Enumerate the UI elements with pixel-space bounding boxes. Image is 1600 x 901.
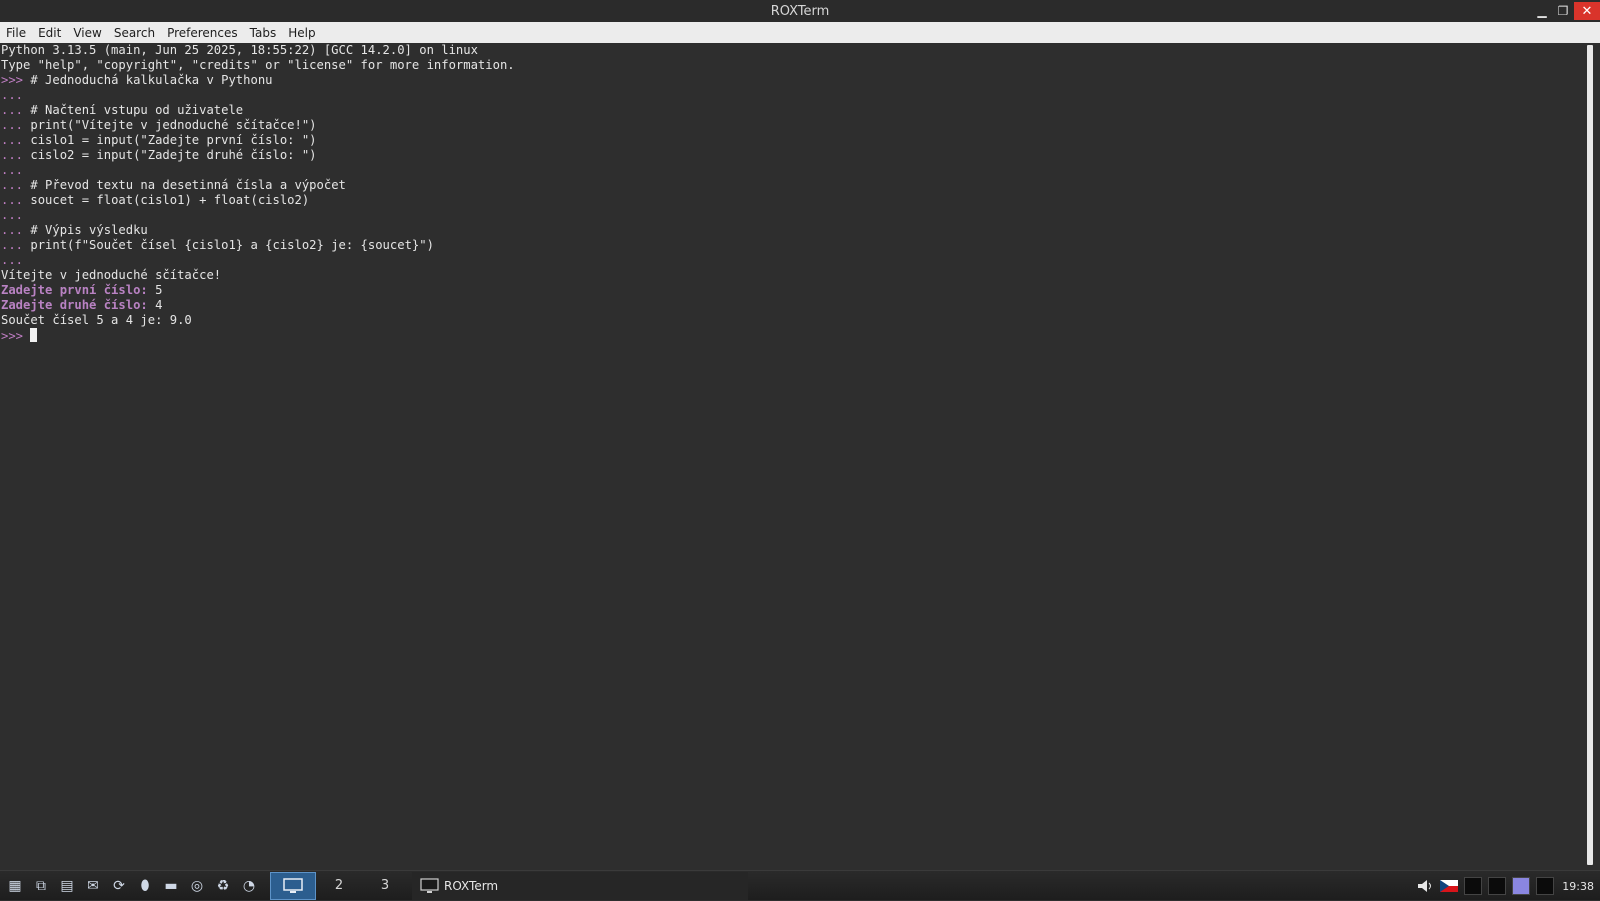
menu-preferences[interactable]: Preferences xyxy=(161,26,244,40)
terminal-line: Zadejte druhé číslo: 4 xyxy=(1,298,1584,313)
terminal-text: Zadejte první číslo: xyxy=(1,283,148,297)
prompt-marker: ... xyxy=(1,193,31,207)
terminal-text: # Výpis výsledku xyxy=(30,223,148,237)
terminal-line: ... # Načtení vstupu od uživatele xyxy=(1,103,1584,118)
terminal-text: 4 xyxy=(147,298,163,312)
terminal-line: >>> # Jednoduchá kalkulačka v Pythonu xyxy=(1,73,1584,88)
terminal-line: Python 3.13.5 (main, Jun 25 2025, 18:55:… xyxy=(1,43,1584,58)
prompt-marker: ... xyxy=(1,208,24,222)
terminal-text: Zadejte druhé číslo: xyxy=(1,298,148,312)
menu-bar: File Edit View Search Preferences Tabs H… xyxy=(0,22,1600,43)
terminal-line: ... xyxy=(1,88,1584,103)
menu-search[interactable]: Search xyxy=(108,26,161,40)
prompt-marker: ... xyxy=(1,88,24,102)
terminal-area[interactable]: Python 3.13.5 (main, Jun 25 2025, 18:55:… xyxy=(0,43,1584,870)
terminal-text: Python 3.13.5 (main, Jun 25 2025, 18:55:… xyxy=(1,43,478,57)
mail-icon[interactable]: ✉ xyxy=(82,875,104,897)
terminal-line: Součet čísel 5 a 4 je: 9.0 xyxy=(1,313,1584,328)
system-tray: 19:38 xyxy=(1410,871,1600,901)
workspace-2[interactable]: 2 xyxy=(316,872,362,900)
tray-app-icon[interactable] xyxy=(1464,877,1483,895)
clock[interactable]: 19:38 xyxy=(1562,880,1594,893)
terminal-text: soucet = float(cislo1) + float(cislo2) xyxy=(30,193,310,207)
terminal-line: ... cislo1 = input("Zadejte první číslo:… xyxy=(1,133,1584,148)
terminal-text: Vítejte v jednoduché sčítačce! xyxy=(1,268,222,282)
terminal-line: ... cislo2 = input("Zadejte druhé číslo:… xyxy=(1,148,1584,163)
terminal-text: print(f"Součet čísel {cislo1} a {cislo2}… xyxy=(30,238,434,252)
prompt-marker: >>> xyxy=(1,73,31,87)
tray-app-icon[interactable] xyxy=(1488,877,1507,895)
terminal-line: ... print("Vítejte v jednoduché sčítačce… xyxy=(1,118,1584,133)
terminal-text: Type "help", "copyright", "credits" or "… xyxy=(1,58,515,72)
terminal-line: ... soucet = float(cislo1) + float(cislo… xyxy=(1,193,1584,208)
terminal-text: 5 xyxy=(147,283,163,297)
windows-icon[interactable]: ⧉ xyxy=(30,875,52,897)
volume-icon[interactable] xyxy=(1416,878,1434,894)
terminal-text: # Převod textu na desetinná čísla a výpo… xyxy=(30,178,346,192)
terminal-icon xyxy=(420,877,439,893)
folder-icon[interactable]: ▬ xyxy=(160,875,182,897)
taskbar: ▦ ⧉ ▤ ✉ ⟳ ⬮ ▬ ◎ ♻ ◔ 2 3 ROXTerm 19:38 xyxy=(0,870,1600,900)
desktop-icon xyxy=(283,877,303,893)
menu-edit[interactable]: Edit xyxy=(32,26,67,40)
title-bar: ROXTerm ▁ ❐ ✕ xyxy=(0,0,1600,22)
recycle-icon[interactable]: ♻ xyxy=(212,875,234,897)
clock-app-icon[interactable]: ◔ xyxy=(238,875,260,897)
terminal-output: Python 3.13.5 (main, Jun 25 2025, 18:55:… xyxy=(0,43,1584,343)
prompt-marker: >>> xyxy=(1,329,31,343)
prompt-marker: ... xyxy=(1,103,31,117)
terminal-text: # Jednoduchá kalkulačka v Pythonu xyxy=(30,73,273,87)
terminal-line: ... # Převod textu na desetinná čísla a … xyxy=(1,178,1584,193)
keyboard-layout-flag-icon[interactable] xyxy=(1440,880,1459,892)
scrollbar-thumb[interactable] xyxy=(1587,45,1593,865)
terminal-line: >>> xyxy=(1,328,1584,343)
app-menu-icon[interactable]: ▦ xyxy=(4,875,26,897)
prompt-marker: ... xyxy=(1,118,31,132)
prompt-marker: ... xyxy=(1,223,31,237)
workspace-switch-icon[interactable]: ▤ xyxy=(56,875,78,897)
close-icon[interactable]: ✕ xyxy=(1574,2,1600,20)
menu-tabs[interactable]: Tabs xyxy=(244,26,283,40)
menu-help[interactable]: Help xyxy=(282,26,321,40)
prompt-marker: ... xyxy=(1,238,31,252)
browser-icon[interactable]: ◎ xyxy=(186,875,208,897)
terminal-text: Součet čísel 5 a 4 je: 9.0 xyxy=(1,313,192,327)
minimize-icon[interactable]: ▁ xyxy=(1532,2,1552,20)
prompt-marker: ... xyxy=(1,148,31,162)
terminal-text: cislo1 = input("Zadejte první číslo: ") xyxy=(30,133,317,147)
terminal-scrollbar[interactable] xyxy=(1584,43,1600,870)
task-button-roxterm[interactable]: ROXTerm xyxy=(412,871,748,900)
prompt-marker: ... xyxy=(1,163,24,177)
terminal-text: cislo2 = input("Zadejte druhé číslo: ") xyxy=(30,148,317,162)
mouse-icon[interactable]: ⬮ xyxy=(134,875,156,897)
window-title: ROXTerm xyxy=(770,3,830,19)
terminal-line: Vítejte v jednoduché sčítačce! xyxy=(1,268,1584,283)
menu-view[interactable]: View xyxy=(67,26,107,40)
terminal-line: Type "help", "copyright", "credits" or "… xyxy=(1,58,1584,73)
maximize-icon[interactable]: ❐ xyxy=(1553,2,1573,20)
window-controls: ▁ ❐ ✕ xyxy=(1531,0,1600,22)
workspace-1[interactable] xyxy=(270,871,316,900)
workspace-switcher: 2 3 xyxy=(270,871,408,900)
launcher-group: ▦ ⧉ ▤ ✉ ⟳ ⬮ ▬ ◎ ♻ ◔ xyxy=(0,875,260,897)
prompt-marker: ... xyxy=(1,178,31,192)
prompt-marker: ... xyxy=(1,133,31,147)
terminal-line: ... print(f"Součet čísel {cislo1} a {cis… xyxy=(1,238,1584,253)
tray-app-icon[interactable] xyxy=(1512,877,1531,895)
tray-app-icon[interactable] xyxy=(1536,877,1555,895)
workspace-3[interactable]: 3 xyxy=(362,872,408,900)
terminal-line: ... # Výpis výsledku xyxy=(1,223,1584,238)
terminal-cursor xyxy=(30,328,38,342)
terminal-line: ... xyxy=(1,253,1584,268)
terminal-line: ... xyxy=(1,208,1584,223)
terminal-line: ... xyxy=(1,163,1584,178)
update-icon[interactable]: ⟳ xyxy=(108,875,130,897)
terminal-line: Zadejte první číslo: 5 xyxy=(1,283,1584,298)
terminal-text: # Načtení vstupu od uživatele xyxy=(30,103,244,117)
prompt-marker: ... xyxy=(1,253,24,267)
terminal-text: print("Vítejte v jednoduché sčítačce!") xyxy=(30,118,317,132)
task-label: ROXTerm xyxy=(444,878,499,893)
menu-file[interactable]: File xyxy=(0,26,32,40)
